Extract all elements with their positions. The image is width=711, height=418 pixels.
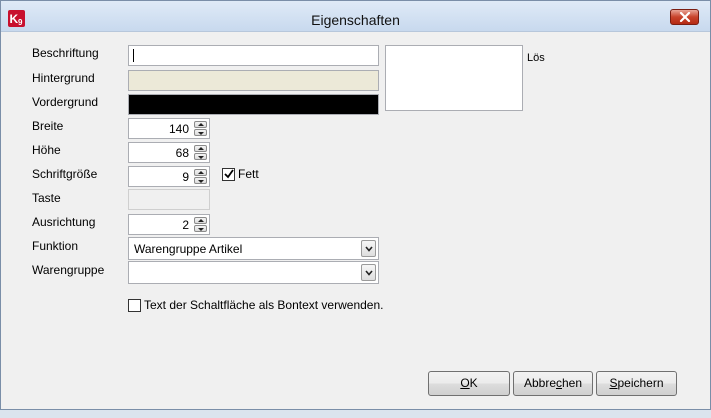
- hoehe-spinner[interactable]: 68: [128, 142, 210, 163]
- text-caret: [133, 49, 134, 62]
- taste-label: Taste: [32, 191, 61, 205]
- properties-window: K 9 Eigenschaften Beschriftung Hintergru…: [0, 0, 711, 410]
- hintergrund-color-swatch[interactable]: [128, 70, 379, 91]
- breite-decrement-button[interactable]: [194, 129, 207, 136]
- breite-spinner[interactable]: 140: [128, 118, 210, 139]
- ok-button-accel: O: [460, 376, 470, 390]
- hoehe-label: Höhe: [32, 143, 61, 157]
- fett-checkbox[interactable]: [222, 168, 235, 181]
- funktion-dropdown[interactable]: Warengruppe Artikel: [128, 237, 379, 260]
- taste-field: [128, 189, 210, 210]
- ok-button[interactable]: OK: [428, 371, 510, 396]
- preview-label: Lös: [527, 52, 545, 64]
- schriftgroesse-increment-button[interactable]: [194, 169, 207, 176]
- button-preview: [385, 45, 523, 111]
- warengruppe-label: Warengruppe: [32, 263, 105, 277]
- funktion-dropdown-button[interactable]: [361, 240, 376, 257]
- abbrechen-button[interactable]: Abbrechen: [513, 371, 593, 396]
- hoehe-increment-button[interactable]: [194, 145, 207, 152]
- chevron-down-icon: [365, 246, 373, 252]
- funktion-value: Warengruppe Artikel: [134, 242, 243, 256]
- bontext-label: Text der Schaltfläche als Bontext verwen…: [144, 298, 384, 312]
- schriftgroesse-decrement-button[interactable]: [194, 177, 207, 184]
- funktion-label: Funktion: [32, 239, 79, 253]
- breite-value: 140: [168, 122, 189, 136]
- ausrichtung-spinner[interactable]: 2: [128, 214, 210, 235]
- fett-label: Fett: [238, 167, 259, 181]
- close-button[interactable]: [670, 9, 699, 25]
- ausrichtung-spin-buttons: [194, 217, 207, 232]
- breite-label: Breite: [32, 119, 64, 133]
- ausrichtung-increment-button[interactable]: [194, 217, 207, 224]
- schriftgroesse-label: Schriftgröße: [32, 167, 98, 181]
- ausrichtung-decrement-button[interactable]: [194, 225, 207, 232]
- speichern-button-label: peichern: [617, 376, 664, 390]
- vordergrund-color-swatch[interactable]: [128, 94, 379, 115]
- hoehe-value: 68: [175, 146, 189, 160]
- warengruppe-dropdown-button[interactable]: [361, 264, 376, 281]
- beschriftung-label: Beschriftung: [32, 46, 99, 60]
- chevron-down-icon: [365, 270, 373, 276]
- ausrichtung-value: 2: [182, 218, 189, 232]
- ok-button-label: K: [469, 376, 478, 390]
- schriftgroesse-spin-buttons: [194, 169, 207, 184]
- ausrichtung-label: Ausrichtung: [32, 215, 96, 229]
- title-bar: K 9 Eigenschaften: [1, 1, 710, 32]
- breite-spin-buttons: [194, 121, 207, 136]
- window-title: Eigenschaften: [311, 12, 400, 28]
- abbrechen-button-label-pre: Abbre: [523, 376, 556, 390]
- abbrechen-button-label-rest: hen: [562, 376, 583, 390]
- hoehe-decrement-button[interactable]: [194, 153, 207, 160]
- hoehe-spin-buttons: [194, 145, 207, 160]
- warengruppe-dropdown[interactable]: [128, 261, 379, 284]
- vordergrund-label: Vordergrund: [32, 95, 99, 109]
- close-icon: [679, 12, 691, 22]
- bontext-checkbox[interactable]: [128, 299, 141, 312]
- schriftgroesse-spinner[interactable]: 9: [128, 166, 210, 187]
- hintergrund-label: Hintergrund: [32, 71, 95, 85]
- schriftgroesse-value: 9: [182, 170, 189, 184]
- beschriftung-input[interactable]: [128, 45, 379, 66]
- speichern-button[interactable]: Speichern: [596, 371, 677, 396]
- breite-increment-button[interactable]: [194, 121, 207, 128]
- checkmark-icon: [224, 169, 234, 179]
